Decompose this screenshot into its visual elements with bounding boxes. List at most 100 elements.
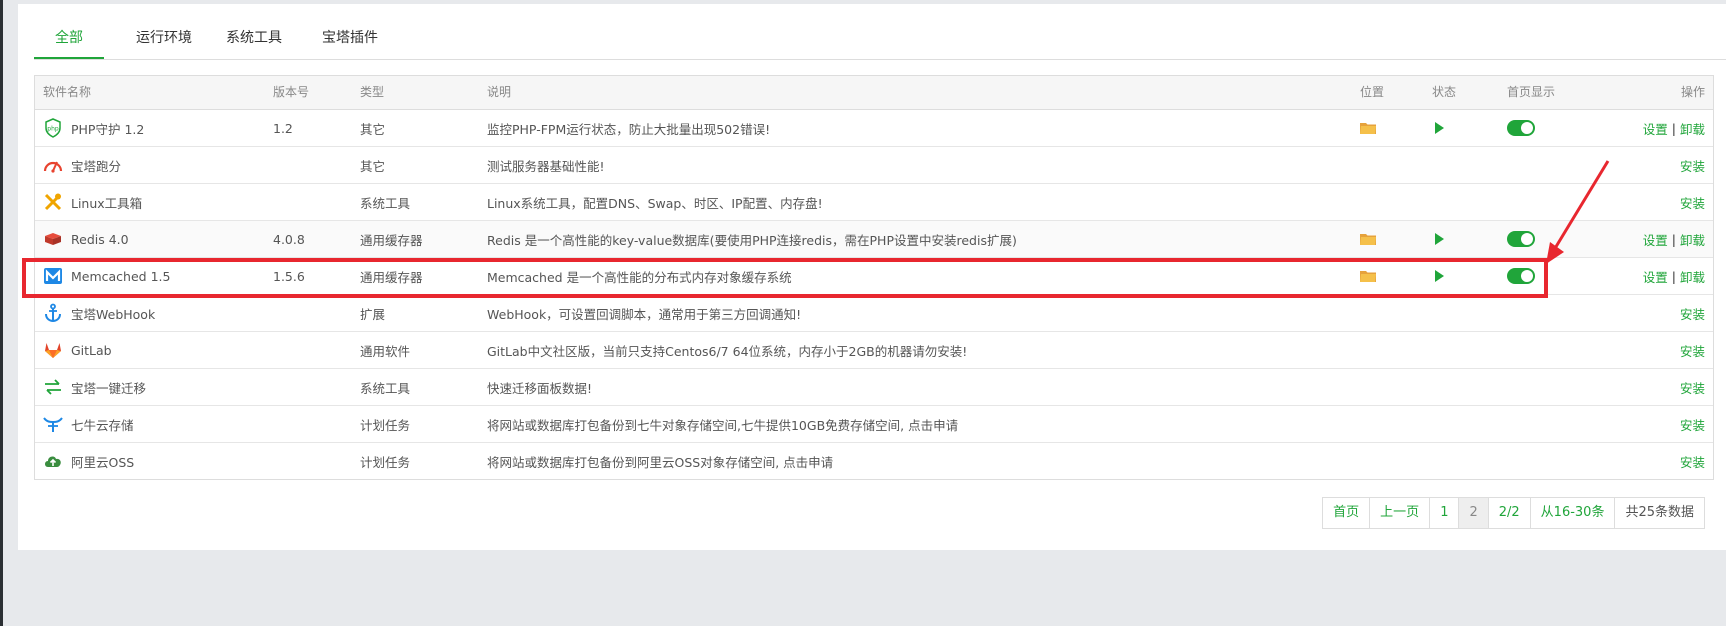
software-type: 其它 bbox=[360, 158, 386, 174]
install-link[interactable]: 安装 bbox=[1680, 304, 1705, 323]
software-type: 通用软件 bbox=[360, 343, 411, 359]
software-desc: 测试服务器基础性能! bbox=[487, 158, 605, 174]
table-row: 七牛云存储 计划任务 将网站或数据库打包备份到七牛对象存储空间,七牛提供10GB… bbox=[35, 406, 1713, 443]
table-row: Redis 4.0 4.0.8 通用缓存器 Redis 是一个高性能的key-v… bbox=[35, 221, 1713, 258]
software-table: 软件名称 版本号 类型 说明 位置 状态 首页显示 操作 php PHP守护 1… bbox=[34, 75, 1714, 480]
op-separator: | bbox=[1671, 268, 1676, 284]
software-name: 阿里云OSS bbox=[71, 454, 135, 470]
software-type: 计划任务 bbox=[360, 417, 411, 433]
tools-icon bbox=[43, 192, 63, 212]
settings-link[interactable]: 设置 bbox=[1643, 267, 1668, 286]
header-version: 版本号 bbox=[273, 85, 310, 99]
table-row: Memcached 1.5 1.5.6 通用缓存器 Memcached 是一个高… bbox=[35, 258, 1713, 295]
install-link[interactable]: 安装 bbox=[1680, 156, 1705, 175]
svg-text:php: php bbox=[47, 126, 59, 133]
software-panel: 全部 运行环境 系统工具 宝塔插件 软件名称 版本号 类型 说明 位置 状态 首… bbox=[18, 4, 1726, 550]
home-display-toggle[interactable] bbox=[1507, 231, 1535, 247]
software-type: 其它 bbox=[360, 121, 386, 137]
settings-link[interactable]: 设置 bbox=[1643, 119, 1668, 138]
software-version: 4.0.8 bbox=[273, 231, 305, 247]
redis-icon bbox=[43, 229, 63, 249]
software-type: 系统工具 bbox=[360, 195, 411, 211]
install-link[interactable]: 安装 bbox=[1680, 378, 1705, 397]
header-desc: 说明 bbox=[487, 85, 512, 99]
folder-icon[interactable] bbox=[1360, 233, 1376, 245]
software-type: 通用缓存器 bbox=[360, 232, 423, 248]
table-row: Linux工具箱 系统工具 Linux系统工具，配置DNS、Swap、时区、IP… bbox=[35, 184, 1713, 221]
page-first[interactable]: 首页 bbox=[1323, 498, 1371, 528]
home-display-toggle[interactable] bbox=[1507, 268, 1535, 284]
tab-bt-plugins[interactable]: 宝塔插件 bbox=[318, 4, 382, 59]
tab-runtime[interactable]: 运行环境 bbox=[124, 4, 204, 59]
table-row: 宝塔跑分 其它 测试服务器基础性能! 安装 bbox=[35, 147, 1713, 184]
tab-system-tools[interactable]: 系统工具 bbox=[222, 4, 286, 59]
header-type: 类型 bbox=[360, 85, 385, 99]
software-desc: WebHook，可设置回调脚本，通常用于第三方回调通知! bbox=[487, 306, 802, 322]
anchor-icon bbox=[43, 303, 63, 323]
running-status-icon[interactable] bbox=[1435, 270, 1444, 282]
header-home-display: 首页显示 bbox=[1507, 85, 1556, 99]
software-version: 1.2 bbox=[273, 120, 293, 136]
aliyun-oss-icon bbox=[43, 451, 63, 471]
page-total: 共25条数据 bbox=[1625, 505, 1694, 520]
software-desc: 将网站或数据库打包备份到阿里云OSS对象存储空间, 点击申请 bbox=[487, 454, 834, 470]
folder-icon[interactable] bbox=[1360, 122, 1376, 134]
software-name: Memcached 1.5 bbox=[71, 268, 171, 284]
op-separator: | bbox=[1671, 231, 1676, 247]
table-row: php PHP守护 1.2 1.2 其它 监控PHP-FPM运行状态，防止大批量… bbox=[35, 110, 1713, 147]
category-tabs: 全部 运行环境 系统工具 宝塔插件 bbox=[34, 4, 1726, 60]
page-of: 2/2 bbox=[1489, 498, 1531, 528]
software-version: 1.5.6 bbox=[273, 268, 305, 284]
install-link[interactable]: 安装 bbox=[1680, 193, 1705, 212]
software-type: 计划任务 bbox=[360, 454, 411, 470]
settings-link[interactable]: 设置 bbox=[1643, 230, 1668, 249]
software-type: 系统工具 bbox=[360, 380, 411, 396]
memcached-icon bbox=[43, 266, 63, 286]
install-link[interactable]: 安装 bbox=[1680, 452, 1705, 471]
software-name: GitLab bbox=[71, 342, 112, 358]
running-status-icon[interactable] bbox=[1435, 233, 1444, 245]
table-row: GitLab 通用软件 GitLab中文社区版，当前只支持Centos6/7 6… bbox=[35, 332, 1713, 369]
php-shield-icon: php bbox=[43, 118, 63, 138]
software-name: 宝塔跑分 bbox=[71, 158, 122, 174]
table-row: 宝塔一键迁移 系统工具 快速迁移面板数据! 安装 bbox=[35, 369, 1713, 406]
page-prev[interactable]: 上一页 bbox=[1370, 498, 1431, 528]
software-desc: Linux系统工具，配置DNS、Swap、时区、IP配置、内存盘! bbox=[487, 195, 823, 211]
header-location: 位置 bbox=[1360, 85, 1385, 99]
software-name: 宝塔WebHook bbox=[71, 306, 156, 322]
page-2-current: 2 bbox=[1459, 498, 1489, 528]
software-desc: 快速迁移面板数据! bbox=[487, 380, 593, 396]
table-row: 宝塔WebHook 扩展 WebHook，可设置回调脚本，通常用于第三方回调通知… bbox=[35, 295, 1713, 332]
software-desc: Redis 是一个高性能的key-value数据库(要使用PHP连接redis，… bbox=[487, 232, 1017, 248]
software-name: 宝塔一键迁移 bbox=[71, 380, 147, 396]
left-edge-bar bbox=[0, 0, 3, 626]
speedometer-icon bbox=[43, 155, 63, 175]
software-desc: 将网站或数据库打包备份到七牛对象存储空间,七牛提供10GB免费存储空间, 点击申… bbox=[487, 417, 959, 433]
pagination: 首页 上一页 1 2 2/2 从16-30条 共25条数据 bbox=[1322, 497, 1705, 529]
op-separator: | bbox=[1671, 120, 1676, 136]
page-1[interactable]: 1 bbox=[1430, 498, 1460, 528]
table-header: 软件名称 版本号 类型 说明 位置 状态 首页显示 操作 bbox=[35, 76, 1713, 110]
install-link[interactable]: 安装 bbox=[1680, 341, 1705, 360]
qiniu-icon bbox=[43, 414, 63, 434]
home-display-toggle[interactable] bbox=[1507, 120, 1535, 136]
software-name: Redis 4.0 bbox=[71, 231, 129, 247]
header-name: 软件名称 bbox=[43, 85, 92, 99]
software-name: 七牛云存储 bbox=[71, 417, 134, 433]
install-link[interactable]: 安装 bbox=[1680, 415, 1705, 434]
migrate-arrows-icon bbox=[43, 377, 63, 397]
gitlab-icon bbox=[43, 340, 63, 360]
uninstall-link[interactable]: 卸载 bbox=[1680, 119, 1705, 138]
running-status-icon[interactable] bbox=[1435, 122, 1444, 134]
uninstall-link[interactable]: 卸载 bbox=[1680, 230, 1705, 249]
header-status: 状态 bbox=[1432, 85, 1457, 99]
page-range: 从16-30条 bbox=[1531, 498, 1616, 528]
header-ops: 操作 bbox=[1680, 85, 1705, 99]
software-desc: Memcached 是一个高性能的分布式内存对象缓存系统 bbox=[487, 269, 792, 285]
folder-icon[interactable] bbox=[1360, 270, 1376, 282]
software-desc: GitLab中文社区版，当前只支持Centos6/7 64位系统，内存小于2GB… bbox=[487, 343, 968, 359]
tab-all[interactable]: 全部 bbox=[34, 4, 104, 59]
software-type: 通用缓存器 bbox=[360, 269, 423, 285]
software-name: Linux工具箱 bbox=[71, 195, 143, 211]
uninstall-link[interactable]: 卸载 bbox=[1680, 267, 1705, 286]
